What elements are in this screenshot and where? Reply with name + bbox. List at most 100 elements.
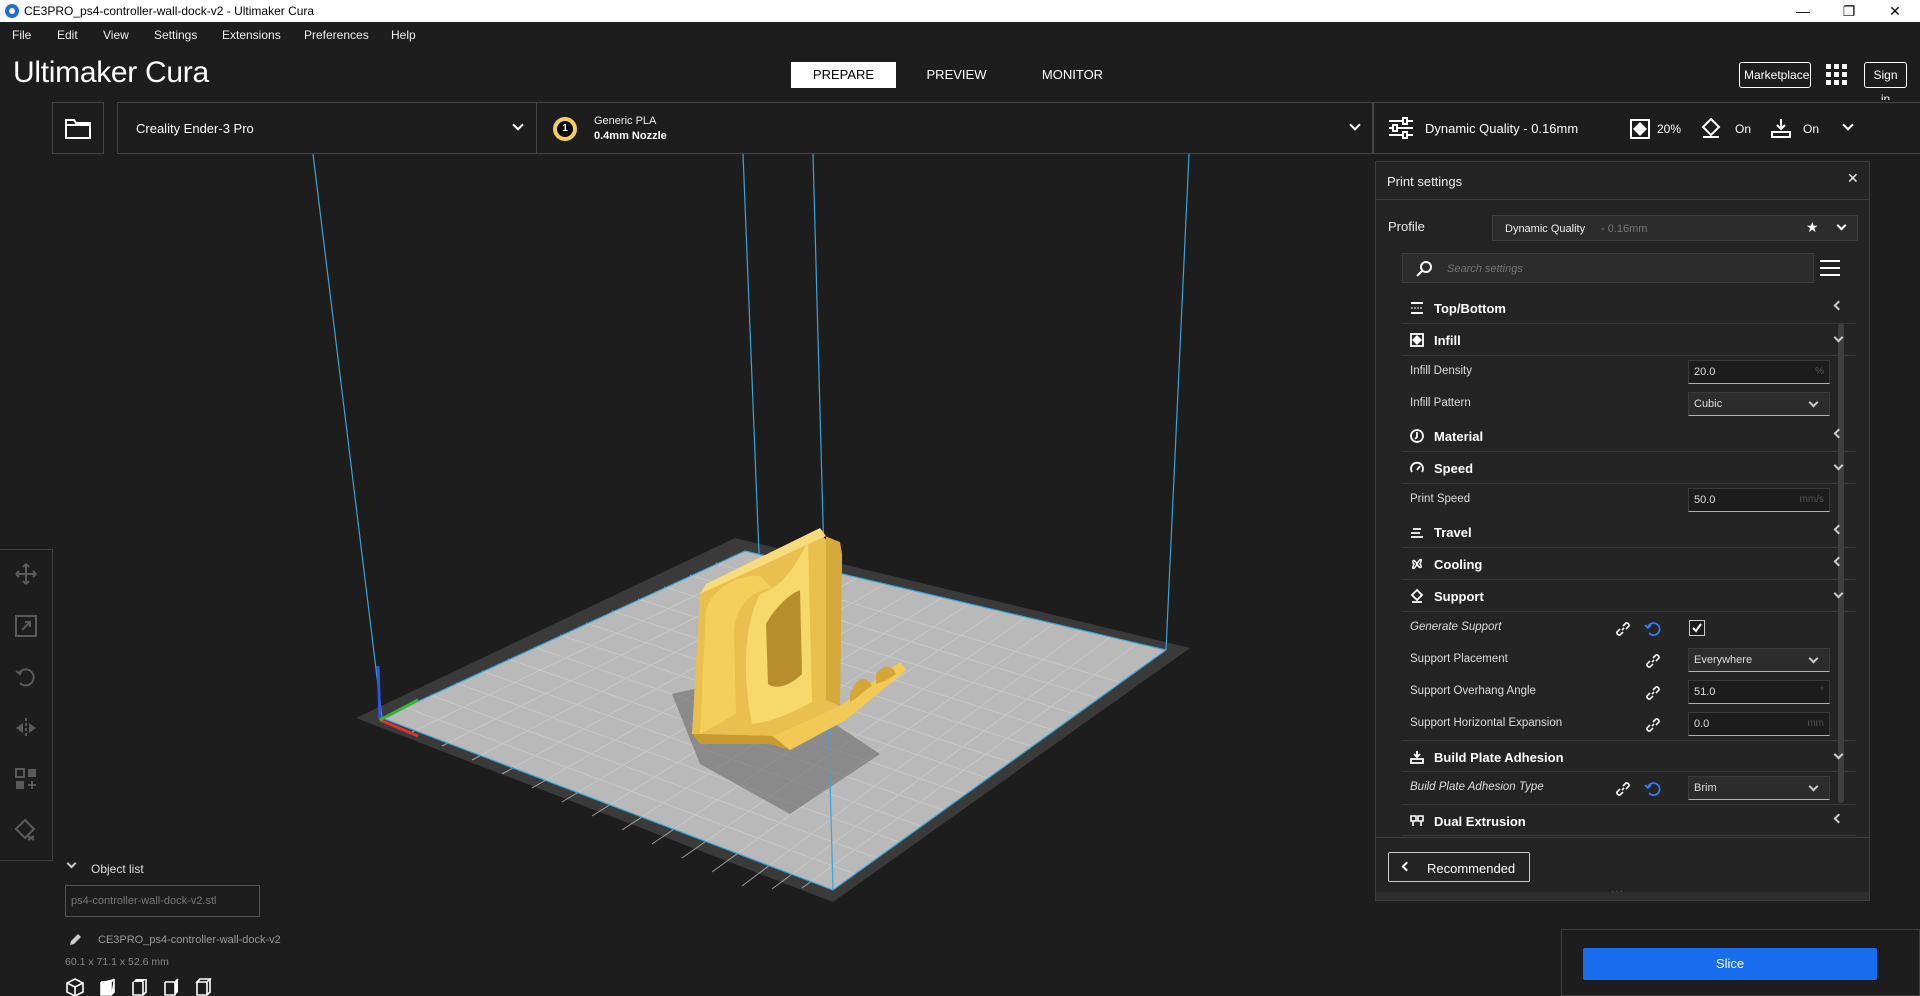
menu-file[interactable]: File [12,28,31,42]
print-settings-summary[interactable]: Dynamic Quality - 0.16mm 20% On On [1373,102,1920,154]
support-blocker-icon[interactable] [14,818,38,842]
title-bar: CE3PRO_ps4-controller-wall-dock-v2 - Ult… [0,0,1920,22]
nozzle-size: 0.4mm Nozzle [594,130,667,142]
recommended-button[interactable]: Recommended [1388,852,1530,882]
link-icon[interactable] [1644,684,1662,702]
menu-settings[interactable]: Settings [154,28,197,42]
section-cooling[interactable]: Cooling [1402,548,1856,580]
3d-view-icon[interactable] [65,978,85,996]
setting-label: Support Placement [1410,653,1508,665]
tab-prepare[interactable]: PREPARE [791,62,896,88]
object-file-item[interactable]: ps4-controller-wall-dock-v2.stl [65,885,260,917]
pencil-icon[interactable] [68,933,82,947]
fan-icon [1412,558,1422,570]
tool-panel [0,549,53,861]
mirror-tool-icon[interactable] [14,716,38,740]
menu-help[interactable]: Help [391,28,416,42]
chevron-down-icon [1833,332,1844,343]
close-panel-icon[interactable]: ✕ [1847,170,1859,187]
adhesion-icon [1771,119,1791,138]
extruder-number: 1 [557,121,573,137]
reset-icon[interactable] [1644,780,1662,798]
section-top-bottom[interactable]: Top/Bottom [1402,292,1856,324]
tab-monitor[interactable]: MONITOR [1020,62,1125,88]
search-input[interactable] [1447,260,1797,278]
chevron-left-icon [1401,861,1412,872]
menu-extensions[interactable]: Extensions [222,28,281,42]
object-file-name: ps4-controller-wall-dock-v2.stl [71,895,217,907]
section-speed[interactable]: Speed [1402,452,1856,484]
settings-scroll-area[interactable]: Top/Bottom Infill Infill Density 20.0 % … [1376,292,1869,852]
field-unit: ° [1820,686,1824,697]
adhesion-type-dropdown[interactable]: Brim [1688,776,1830,800]
job-name[interactable]: CE3PRO_ps4-controller-wall-dock-v2 [98,934,281,946]
material-selector[interactable]: 1 Generic PLA 0.4mm Nozzle [536,102,1373,154]
chevron-left-icon [1833,813,1844,824]
profile-suffix: - 0.16mm [1601,223,1648,235]
field-value: Brim [1694,782,1717,794]
search-icon [1416,261,1432,277]
print-settings-panel: Print settings ✕ Profile Dynamic Quality… [1375,161,1870,901]
support-angle-input[interactable]: 51.0 ° [1688,680,1830,704]
slice-button[interactable]: Slice [1583,948,1877,980]
section-support[interactable]: Support [1402,580,1856,612]
apps-grid-icon[interactable] [1826,64,1848,86]
section-travel[interactable]: Travel [1402,516,1856,548]
link-icon[interactable] [1614,780,1632,798]
link-icon[interactable] [1644,652,1662,670]
section-label: Support [1434,589,1484,604]
link-icon[interactable] [1644,716,1662,734]
object-list-toggle[interactable]: Object list [65,858,265,878]
tab-preview[interactable]: PREVIEW [904,62,1009,88]
settings-menu-icon[interactable] [1819,259,1841,277]
support-placement-dropdown[interactable]: Everywhere [1688,648,1830,672]
top-view-icon[interactable] [129,978,149,996]
menu-edit[interactable]: Edit [57,28,78,42]
per-model-settings-icon[interactable] [14,767,38,791]
profile-selector[interactable]: Dynamic Quality - 0.16mm ★ [1492,215,1858,241]
reset-icon[interactable] [1644,620,1662,638]
marketplace-button[interactable]: Marketplace [1739,62,1811,88]
section-infill[interactable]: Infill [1402,324,1856,356]
sign-in-button[interactable]: Sign in [1864,62,1907,106]
support-expansion-input[interactable]: 0.0 mm [1688,712,1830,736]
move-tool-icon[interactable] [14,562,38,586]
rotate-tool-icon[interactable] [14,665,38,689]
section-build-plate-adhesion[interactable]: Build Plate Adhesion [1402,740,1856,772]
star-icon[interactable]: ★ [1806,219,1819,236]
chevron-down-icon [1808,781,1819,792]
restore-button[interactable]: ❐ [1826,0,1872,22]
print-settings-title: Print settings [1387,174,1463,189]
generate-support-checkbox[interactable] [1689,620,1705,636]
section-material[interactable]: Material [1402,420,1856,452]
chevron-left-icon [1833,556,1844,567]
section-label: Material [1434,429,1484,444]
support-summary: On [1735,122,1752,136]
infill-icon [1410,333,1424,347]
section-dual-extrusion[interactable]: Dual Extrusion [1402,804,1856,836]
scale-tool-icon[interactable] [14,614,38,638]
menu-view[interactable]: View [103,28,129,42]
material-name: Generic PLA [594,115,657,127]
panel-resize-handle[interactable]: ··· [1376,886,1869,900]
close-window-button[interactable]: ✕ [1872,0,1918,22]
infill-density-input[interactable]: 20.0 % [1688,360,1830,384]
chevron-down-icon [1833,588,1844,599]
logo-light: Cura [136,56,209,89]
menu-preferences[interactable]: Preferences [304,28,369,42]
section-label: Cooling [1434,557,1483,572]
chevron-down-icon [1349,119,1361,131]
z-axis [376,665,382,721]
left-view-icon[interactable] [161,978,181,996]
open-file-button[interactable] [52,102,104,154]
minimize-button[interactable]: — [1780,0,1826,22]
setting-build-plate-adhesion-type: Build Plate Adhesion Type Brim [1402,772,1856,804]
front-view-icon[interactable] [97,978,117,996]
link-icon[interactable] [1614,620,1632,638]
print-speed-input[interactable]: 50.0 mm/s [1688,488,1830,512]
adhesion-icon [1410,751,1424,764]
right-view-icon[interactable] [193,978,213,996]
setting-label: Infill Density [1410,365,1472,377]
printer-selector[interactable]: Creality Ender-3 Pro [117,102,537,154]
infill-pattern-dropdown[interactable]: Cubic [1688,392,1830,416]
